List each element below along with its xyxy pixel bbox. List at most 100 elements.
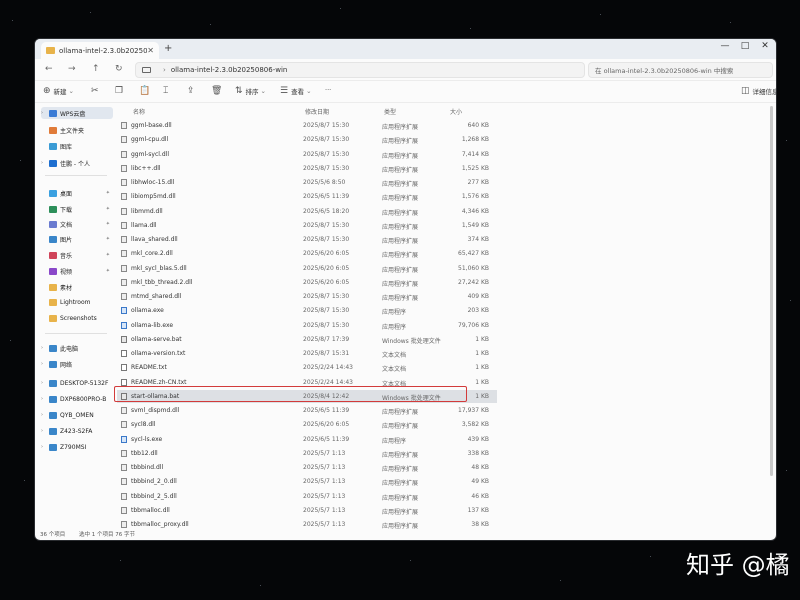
- file-row[interactable]: tbbmalloc.dll 2025/5/7 1:13 应用程序扩展 137 KB: [117, 504, 497, 517]
- file-row[interactable]: README.txt 2025/2/24 14:43 文本文档 1 KB: [117, 361, 497, 374]
- address-input[interactable]: › ollama-intel-2.3.0b20250806-win: [135, 62, 585, 78]
- file-row[interactable]: ollama-version.txt 2025/8/7 15:31 文本文档 1 KB: [117, 347, 497, 360]
- file-row[interactable]: mkl_sycl_blas.5.dll 2025/6/20 6:05 应用程序扩展 5…: [117, 262, 497, 275]
- sidebar-item[interactable]: 桌面 ✦: [41, 187, 113, 199]
- sidebar-item[interactable]: 图片 ✦: [41, 233, 113, 245]
- rename-button[interactable]: ⌶: [163, 86, 171, 96]
- sort-button[interactable]: ⇅ 排序 ⌄: [235, 86, 266, 96]
- sidebar-item[interactable]: 素材: [41, 281, 113, 293]
- file-row[interactable]: svml_dispmd.dll 2025/6/5 11:39 应用程序扩展 17,93…: [117, 404, 497, 417]
- sidebar-divider: [45, 333, 107, 334]
- sidebar-item[interactable]: › 此电脑: [41, 342, 113, 354]
- maximize-button[interactable]: □: [735, 41, 755, 51]
- tab-ollama-folder[interactable]: ollama-intel-2.3.0b20250806-w ✕: [41, 42, 159, 59]
- view-button[interactable]: ☰ 查看 ⌄: [280, 86, 312, 96]
- expand-chevron-icon[interactable]: ›: [41, 361, 49, 367]
- cut-button[interactable]: ✂: [91, 86, 102, 96]
- file-row[interactable]: tbbbind_2_0.dll 2025/5/7 1:13 应用程序扩展 49 KB: [117, 475, 497, 488]
- file-type: 应用程序扩展: [382, 280, 419, 288]
- expand-chevron-icon[interactable]: ›: [41, 345, 49, 351]
- sidebar-item[interactable]: › QYB_OMEN: [41, 409, 113, 421]
- sidebar-item[interactable]: 下载 ✦: [41, 203, 113, 215]
- forward-button[interactable]: →: [68, 64, 76, 74]
- file-row[interactable]: ggml-cpu.dll 2025/8/7 15:30 应用程序扩展 1,268 KB: [117, 133, 497, 146]
- new-button[interactable]: ⊕ 新建 ⌄: [43, 86, 74, 96]
- sidebar-item-label: Screenshots: [60, 314, 97, 322]
- file-row[interactable]: sycl-ls.exe 2025/6/5 11:39 应用程序 439 KB: [117, 433, 497, 446]
- sidebar-item[interactable]: 视频 ✦: [41, 265, 113, 277]
- close-tab-icon[interactable]: ✕: [147, 46, 154, 55]
- sidebar-item[interactable]: 图库: [41, 140, 113, 152]
- file-row[interactable]: ollama-lib.exe 2025/8/7 15:30 应用程序 79,706 K…: [117, 319, 497, 332]
- file-row[interactable]: tbbbind.dll 2025/5/7 1:13 应用程序扩展 48 KB: [117, 461, 497, 474]
- more-options-button[interactable]: ···: [325, 86, 331, 94]
- new-tab-button[interactable]: +: [164, 43, 172, 54]
- expand-chevron-icon[interactable]: ›: [41, 428, 49, 434]
- file-row[interactable]: sycl8.dll 2025/6/20 6:05 应用程序扩展 3,582 KB: [117, 418, 497, 431]
- vertical-scrollbar[interactable]: [770, 106, 773, 476]
- desktop-icon: [49, 189, 57, 197]
- expand-chevron-icon[interactable]: ›: [41, 444, 49, 450]
- view-label: 查看: [291, 88, 305, 96]
- file-row[interactable]: llama.dll 2025/8/7 15:30 应用程序扩展 1,549 KB: [117, 219, 497, 232]
- column-header-name[interactable]: 名称: [133, 107, 145, 116]
- sidebar-item[interactable]: › DESKTOP-5132F: [41, 377, 113, 389]
- pin-icon: ✦: [105, 268, 110, 274]
- file-type: Windows 批处理文件: [382, 337, 441, 345]
- dll-file-icon: [121, 122, 127, 129]
- file-name: tbbbind_2_0.dll: [131, 478, 177, 486]
- sidebar-item[interactable]: › 佳鹏 - 个人: [41, 157, 113, 169]
- close-window-button[interactable]: ✕: [755, 41, 775, 51]
- file-row[interactable]: ggml-sycl.dll 2025/8/7 15:30 应用程序扩展 7,414 K…: [117, 148, 497, 161]
- sidebar-item[interactable]: Screenshots: [41, 312, 113, 324]
- delete-button[interactable]: 🗑: [211, 86, 225, 96]
- search-input[interactable]: 在 ollama-intel-2.3.0b20250806-win 中搜索: [588, 62, 773, 78]
- expand-chevron-icon[interactable]: ›: [41, 160, 49, 166]
- file-row[interactable]: tbbbind_2_5.dll 2025/5/7 1:13 应用程序扩展 46 KB: [117, 490, 497, 503]
- file-row[interactable]: mtmd_shared.dll 2025/8/7 15:30 应用程序扩展 409 K…: [117, 290, 497, 303]
- refresh-button[interactable]: ↻: [115, 64, 123, 74]
- expand-chevron-icon[interactable]: ›: [41, 380, 49, 386]
- file-row[interactable]: ollama.exe 2025/8/7 15:30 应用程序 203 KB: [117, 304, 497, 317]
- file-date: 2025/8/7 17:39: [303, 335, 350, 343]
- file-date: 2025/2/24 14:43: [303, 378, 353, 386]
- details-pane-button[interactable]: ◫ 详细信息: [741, 86, 776, 96]
- back-button[interactable]: ←: [45, 64, 53, 74]
- sidebar-item[interactable]: › WPS云盘: [41, 107, 113, 119]
- breadcrumb-path[interactable]: ollama-intel-2.3.0b20250806-win: [171, 66, 288, 74]
- file-row[interactable]: llava_shared.dll 2025/8/7 15:30 应用程序扩展 374 …: [117, 233, 497, 246]
- file-row[interactable]: ggml-base.dll 2025/8/7 15:30 应用程序扩展 640 KB: [117, 119, 497, 132]
- expand-chevron-icon[interactable]: ›: [41, 110, 49, 116]
- column-header-size[interactable]: 大小: [450, 107, 462, 116]
- file-row[interactable]: ollama-serve.bat 2025/8/7 17:39 Windows 批处…: [117, 333, 497, 346]
- sidebar-item[interactable]: › Z423-S2FA: [41, 425, 113, 437]
- file-type: 文本文档: [382, 352, 407, 359]
- up-button[interactable]: ↑: [92, 64, 100, 74]
- file-row[interactable]: libc++.dll 2025/8/7 15:30 应用程序扩展 1,525 KB: [117, 162, 497, 175]
- dll-file-icon: [121, 179, 127, 186]
- column-header-type[interactable]: 类型: [384, 107, 396, 116]
- file-name: svml_dispmd.dll: [131, 407, 180, 414]
- paste-button[interactable]: 📋: [139, 86, 153, 96]
- sidebar-item[interactable]: Lightroom: [41, 296, 113, 308]
- file-row[interactable]: libmmd.dll 2025/6/5 18:20 应用程序扩展 4,346 KB: [117, 205, 497, 218]
- share-button[interactable]: ⇪: [187, 86, 198, 96]
- sidebar-item[interactable]: › Z790MSI: [41, 441, 113, 453]
- file-row[interactable]: libiomp5md.dll 2025/6/5 11:39 应用程序扩展 1,576 …: [117, 190, 497, 203]
- dll-file-icon: [121, 492, 127, 500]
- file-row[interactable]: mkl_core.2.dll 2025/6/20 6:05 应用程序扩展 65,427…: [117, 247, 497, 260]
- minimize-button[interactable]: —: [715, 41, 735, 51]
- file-size: 1 KB: [475, 378, 489, 386]
- sidebar-item[interactable]: › 网络: [41, 358, 113, 370]
- sidebar-item[interactable]: 文档 ✦: [41, 218, 113, 230]
- column-header-date[interactable]: 修改日期: [305, 107, 329, 116]
- file-row[interactable]: mkl_tbb_thread.2.dll 2025/6/20 6:05 应用程序扩展…: [117, 276, 497, 289]
- copy-button[interactable]: ❐: [115, 86, 126, 96]
- expand-chevron-icon[interactable]: ›: [41, 396, 49, 402]
- file-row[interactable]: libhwloc-15.dll 2025/5/6 8:50 应用程序扩展 277 KB: [117, 176, 497, 189]
- sidebar-item[interactable]: 主文件夹: [41, 124, 113, 136]
- file-row[interactable]: tbb12.dll 2025/5/7 1:13 应用程序扩展 338 KB: [117, 447, 497, 460]
- expand-chevron-icon[interactable]: ›: [41, 412, 49, 418]
- sidebar-item[interactable]: 音乐 ✦: [41, 249, 113, 261]
- sidebar-item[interactable]: › DXP6800PRO-B: [41, 393, 113, 405]
